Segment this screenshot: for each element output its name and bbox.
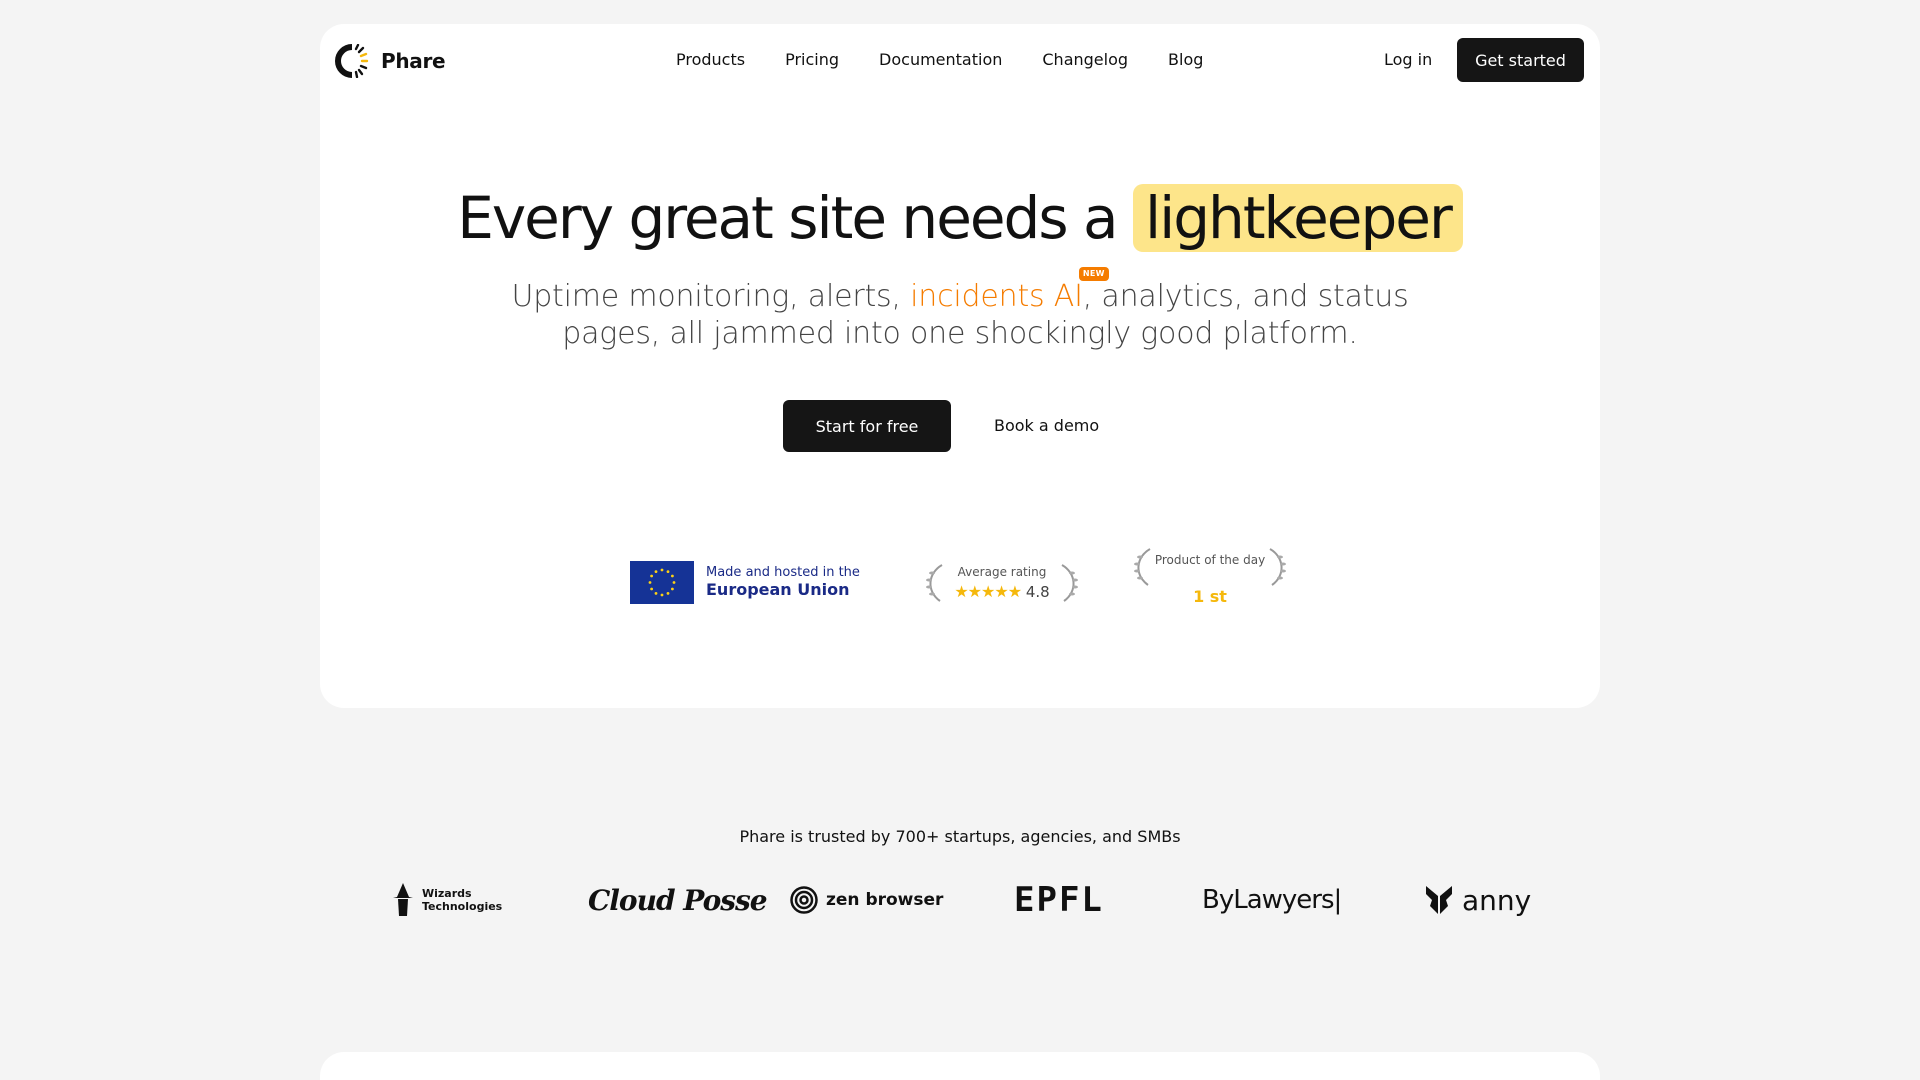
anny-logo: anny bbox=[1424, 878, 1531, 922]
brand-name: Phare bbox=[381, 49, 446, 73]
nav-item-changelog[interactable]: Changelog bbox=[1042, 50, 1128, 69]
eu-badge-line1: Made and hosted in the bbox=[706, 565, 860, 580]
get-started-button[interactable]: Get started bbox=[1457, 38, 1584, 82]
wizard-hat-icon bbox=[393, 883, 413, 916]
start-for-free-button[interactable]: Start for free bbox=[783, 400, 951, 452]
wizards-line2: Technologies bbox=[422, 900, 503, 913]
hero-subheadline: Uptime monitoring, alerts, incidents AI N… bbox=[460, 267, 1460, 352]
headline-highlight: lightkeeper bbox=[1133, 184, 1463, 252]
book-demo-link[interactable]: Book a demo bbox=[994, 416, 1099, 435]
nav-item-documentation[interactable]: Documentation bbox=[879, 50, 1002, 69]
headline-text: Every great site needs a bbox=[457, 184, 1118, 252]
anny-label: anny bbox=[1462, 883, 1532, 917]
zen-browser-logo: zen browser bbox=[790, 878, 943, 922]
incidents-ai-link[interactable]: incidents AI NEW bbox=[910, 267, 1109, 314]
eu-flag-icon bbox=[630, 561, 694, 604]
eu-badge-line2: European Union bbox=[706, 580, 850, 599]
phare-logo-icon bbox=[335, 44, 369, 78]
anny-butterfly-icon bbox=[1426, 886, 1452, 914]
sub-text-pre: Uptime monitoring, alerts, bbox=[511, 279, 901, 314]
hero-headline: Every great site needs a lightkeeper bbox=[320, 184, 1600, 252]
incidents-ai-label: incidents AI bbox=[910, 279, 1083, 314]
wizards-line1: Wizards bbox=[422, 887, 472, 900]
zen-browser-label: zen browser bbox=[826, 890, 944, 910]
nav-item-products[interactable]: Products bbox=[676, 50, 745, 69]
customer-logos: Wizards Technologies Cloud Posse zen bro… bbox=[380, 878, 1540, 922]
potd-laurel-right-icon bbox=[1269, 548, 1286, 586]
product-of-the-day-badge[interactable]: Product of the day 1 st bbox=[1130, 548, 1290, 611]
login-link[interactable]: Log in bbox=[1384, 50, 1432, 69]
hero-card: Phare Products Pricing Documentation Cha… bbox=[320, 24, 1600, 708]
top-nav: Phare Products Pricing Documentation Cha… bbox=[320, 24, 1600, 96]
next-section-card bbox=[320, 1052, 1600, 1080]
rating-stars: ★★★★★ bbox=[954, 582, 1022, 601]
new-badge: NEW bbox=[1078, 267, 1109, 281]
potd-rank: 1 st bbox=[1193, 587, 1227, 606]
trust-badges: Made and hosted in the European Union Av… bbox=[630, 548, 1290, 621]
nav-links: Products Pricing Documentation Changelog… bbox=[676, 50, 1203, 69]
average-rating-badge: Average rating ★★★★★ 4.8 bbox=[922, 555, 1082, 605]
wizards-technologies-logo: Wizards Technologies bbox=[392, 878, 502, 922]
laurel-right-icon bbox=[1061, 564, 1078, 602]
eu-badge-text: Made and hosted in the European Union bbox=[706, 565, 860, 599]
cloud-posse-logo: Cloud Posse bbox=[588, 883, 768, 917]
rating-value: 4.8 bbox=[1025, 583, 1050, 601]
epfl-logo: EPFL bbox=[1014, 880, 1104, 920]
nav-item-blog[interactable]: Blog bbox=[1168, 50, 1203, 69]
trusted-by-text: Phare is trusted by 700+ startups, agenc… bbox=[739, 827, 1181, 846]
zen-rings-icon bbox=[790, 886, 818, 914]
nav-item-pricing[interactable]: Pricing bbox=[785, 50, 839, 69]
bylawyers-logo: ByLawyers| bbox=[1202, 885, 1342, 915]
brand-logo[interactable]: Phare bbox=[335, 44, 446, 78]
